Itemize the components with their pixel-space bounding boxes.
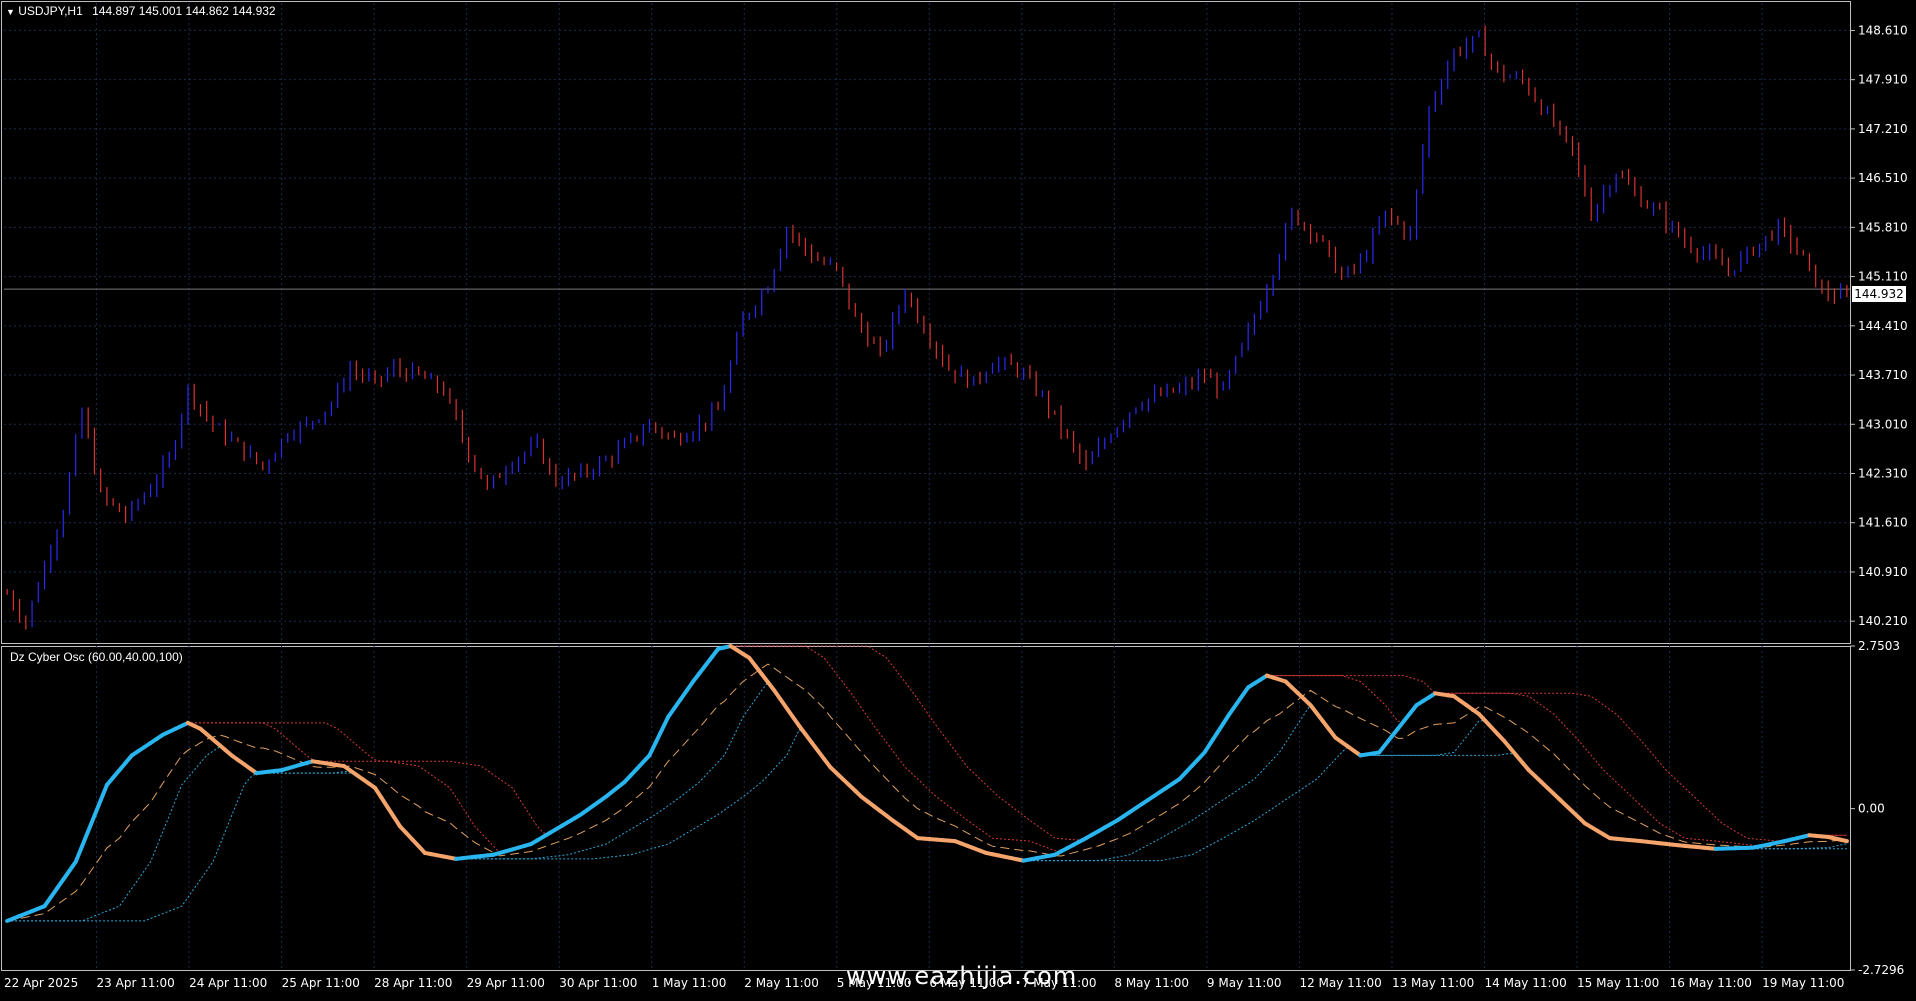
x-tick-label: 16 May 11:00: [1670, 976, 1752, 990]
y-tick-label: 145.110: [1858, 270, 1908, 284]
osc-y-tick-label: 2.7503: [1858, 639, 1900, 653]
symbol-label: ▼ USDJPY,H1 144.897 145.001 144.862 144.…: [6, 4, 276, 18]
osc-main-segment: [1841, 840, 1847, 841]
y-tick-label: 147.210: [1858, 122, 1908, 136]
osc-blue-inner-band: [7, 682, 1847, 921]
symbol-timeframe: USDJPY,H1: [18, 4, 82, 18]
x-tick-label: 28 Apr 11:00: [374, 976, 452, 990]
osc-red-outer-band: [7, 646, 1847, 921]
osc-y-tick-label: 0.00: [1858, 802, 1885, 816]
y-tick-label: 142.310: [1858, 467, 1908, 481]
candles-group: [7, 25, 1847, 629]
dropdown-triangle-icon[interactable]: ▼: [6, 7, 15, 17]
osc-main-segment: [662, 717, 668, 730]
x-tick-label: 19 May 11:00: [1762, 976, 1844, 990]
x-tick-label: 9 May 11:00: [1207, 976, 1282, 990]
osc-main-segment: [82, 831, 88, 846]
current-price-box: 144.932: [1852, 286, 1906, 302]
osc-main-segment: [649, 743, 655, 756]
y-tick-label: 141.610: [1858, 516, 1908, 530]
x-tick-label: 23 Apr 11:00: [97, 976, 175, 990]
oscillator-label: Dz Cyber Osc (60.00,40.00,100): [10, 650, 183, 664]
y-tick-label: 140.910: [1858, 565, 1908, 579]
y-tick-label: 144.410: [1858, 319, 1908, 333]
x-tick-label: 22 Apr 2025: [4, 976, 78, 990]
y-tick-label: 145.810: [1858, 220, 1908, 234]
x-tick-label: 1 May 11:00: [652, 976, 727, 990]
x-tick-label: 12 May 11:00: [1299, 976, 1381, 990]
osc-blue-outer-band: [7, 730, 1847, 921]
osc-main-segment: [101, 785, 107, 800]
osc-main-segment: [88, 816, 94, 831]
y-tick-label: 140.210: [1858, 614, 1908, 628]
osc-main-segment: [94, 800, 100, 815]
y-tick-label: 147.910: [1858, 73, 1908, 87]
osc-red-inner-band: [7, 646, 1847, 921]
osc-main-segment: [656, 730, 662, 743]
chart-root: 22 Apr 2025 23 Apr 11:00 24 Apr 11:00 25 Ap…: [0, 0, 1916, 996]
x-tick-label: 13 May 11:00: [1392, 976, 1474, 990]
y-tick-label: 143.010: [1858, 417, 1908, 431]
ohlc-values: 144.897 145.001 144.862 144.932: [92, 4, 276, 18]
osc-signal-line: [7, 664, 1847, 921]
x-tick-label: 29 Apr 11:00: [467, 976, 545, 990]
x-tick-label: 8 May 11:00: [1114, 976, 1189, 990]
osc-main-segment: [76, 846, 82, 861]
x-tick-label: 30 Apr 11:00: [559, 976, 637, 990]
y-tick-label: 148.610: [1858, 23, 1908, 37]
x-tick-label: 24 Apr 11:00: [189, 976, 267, 990]
y-tick-label: 146.510: [1858, 171, 1908, 185]
x-tick-label: 14 May 11:00: [1485, 976, 1567, 990]
x-tick-label: 15 May 11:00: [1577, 976, 1659, 990]
osc-pane-border: [2, 647, 1851, 971]
chart-svg: 22 Apr 2025 23 Apr 11:00 24 Apr 11:00 25 Ap…: [0, 0, 1916, 996]
watermark: www.eazhijia.com: [846, 962, 1077, 990]
osc-y-tick-label: -2.7296: [1858, 963, 1904, 977]
y-tick-label: 143.710: [1858, 368, 1908, 382]
main-pane-border: [2, 2, 1851, 644]
x-tick-label: 2 May 11:00: [744, 976, 819, 990]
x-tick-label: 25 Apr 11:00: [282, 976, 360, 990]
